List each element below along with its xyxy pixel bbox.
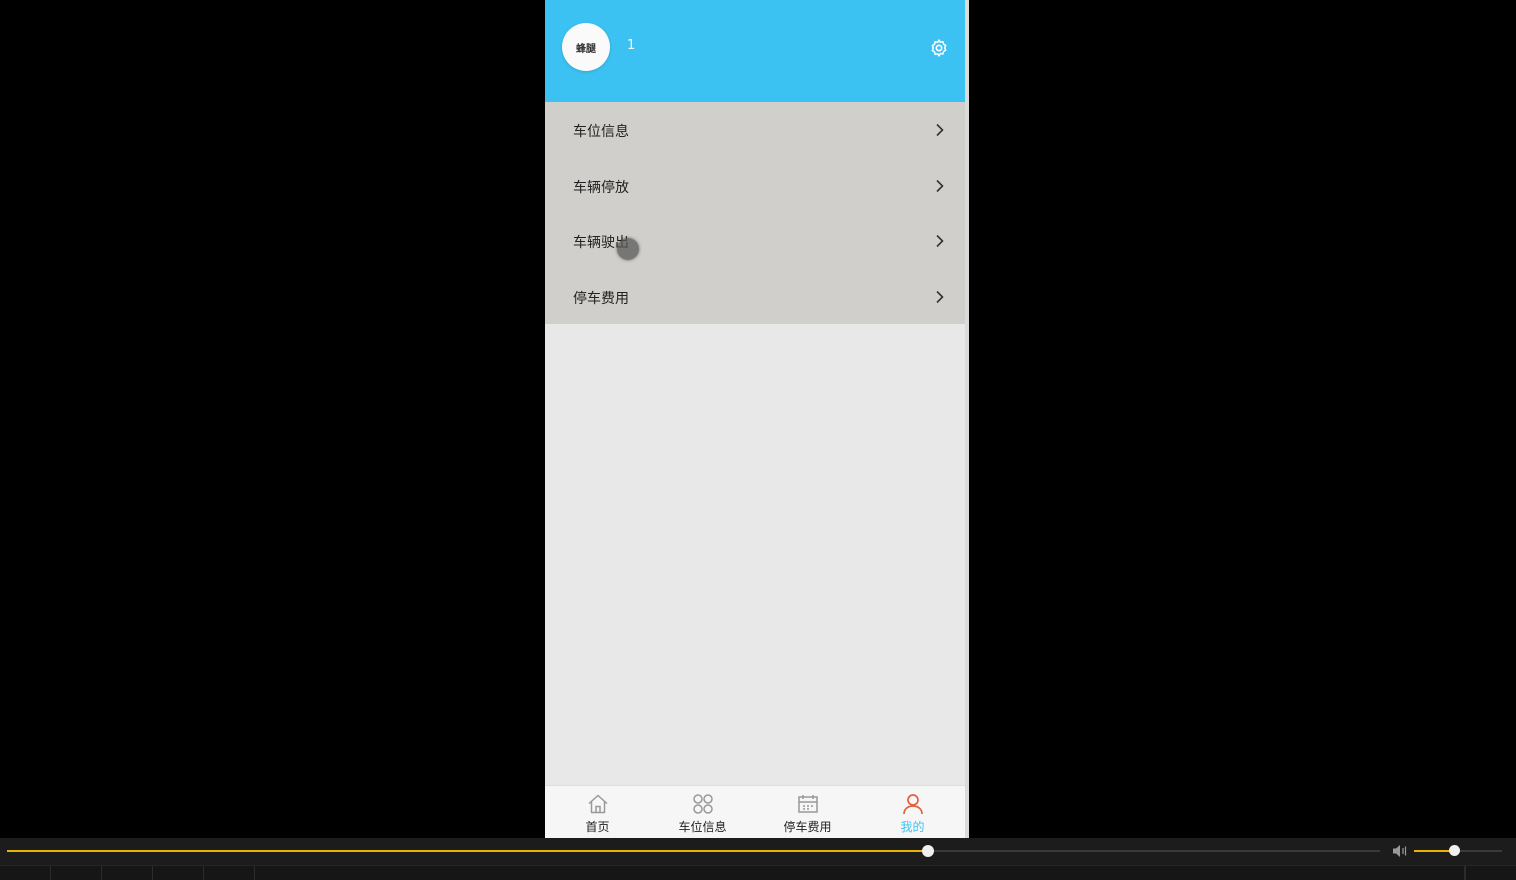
- menu-item-parking-space-info[interactable]: 车位信息: [545, 102, 965, 158]
- strip-segment: [102, 866, 153, 880]
- tab-parking-space-info[interactable]: 车位信息: [650, 786, 755, 838]
- strip-segment: [0, 866, 51, 880]
- chevron-right-icon: [936, 234, 944, 248]
- profile-header: 蜂腿 1: [545, 0, 965, 102]
- volume-handle[interactable]: [1448, 845, 1460, 856]
- tab-home[interactable]: 首页: [545, 786, 650, 838]
- tab-label: 首页: [585, 820, 610, 834]
- volume-icon[interactable]: [1392, 844, 1408, 858]
- tab-label: 停车费用: [783, 820, 832, 834]
- video-player-controls: [0, 838, 1516, 880]
- username: 1: [627, 38, 636, 53]
- volume-slider[interactable]: [1414, 845, 1502, 856]
- chevron-right-icon: [936, 290, 944, 303]
- calendar-icon: [797, 795, 818, 813]
- strip-segment: [153, 866, 204, 880]
- strip-segment: [1464, 866, 1466, 880]
- menu-item-label: 车位信息: [573, 124, 629, 140]
- menu-item-label: 停车费用: [573, 290, 629, 307]
- seek-handle[interactable]: [922, 845, 935, 857]
- menu-item-label: 车辆停放: [573, 179, 629, 196]
- tab-label: 车位信息: [678, 820, 727, 834]
- strip-segment: [51, 866, 102, 880]
- tab-parking-fee[interactable]: 停车费用: [755, 786, 860, 838]
- menu-item-parking-fee[interactable]: 停车费用: [545, 269, 965, 325]
- gear-icon[interactable]: [929, 38, 949, 58]
- user-icon: [902, 794, 923, 815]
- screen: 蜂腿 1 车位信息 车辆停放 车辆驶出 停车费用 首页 车位信息 停车费用 我的: [0, 0, 1516, 880]
- volume-slider-fill: [1414, 850, 1454, 852]
- tab-label: 我的: [900, 820, 925, 834]
- phone-app-frame: 蜂腿 1 车位信息 车辆停放 车辆驶出 停车费用 首页 车位信息 停车费用 我的: [545, 0, 965, 838]
- chevron-right-icon: [936, 123, 944, 137]
- tab-mine[interactable]: 我的: [860, 786, 965, 838]
- menu-item-vehicle-parking[interactable]: 车辆停放: [545, 158, 965, 214]
- player-bottom-strip: [0, 865, 1516, 880]
- strip-segment: [204, 866, 255, 880]
- seek-bar-fill: [7, 850, 929, 852]
- bottom-tab-bar: 首页 车位信息 停车费用 我的: [545, 785, 965, 838]
- menu-list: 车位信息 车辆停放 车辆驶出 停车费用: [545, 102, 965, 324]
- touch-cursor: [617, 238, 639, 260]
- phone-frame-edge: [965, 0, 969, 838]
- grid-icon: [692, 794, 713, 814]
- chevron-right-icon: [936, 179, 944, 192]
- menu-item-vehicle-exit[interactable]: 车辆驶出: [545, 213, 965, 269]
- avatar[interactable]: 蜂腿: [562, 23, 610, 71]
- seek-bar[interactable]: [7, 845, 1380, 857]
- home-icon: [588, 794, 607, 814]
